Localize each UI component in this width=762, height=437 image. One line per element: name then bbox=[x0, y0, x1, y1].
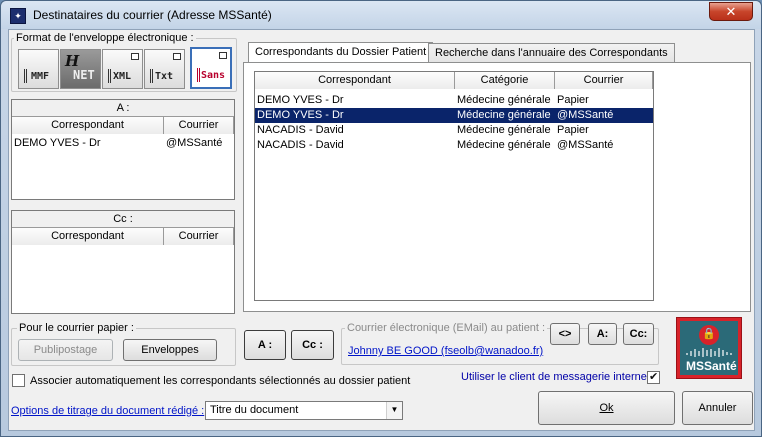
auto-associate-checkbox[interactable] bbox=[12, 374, 25, 387]
mssante-logo-inner: 🔒 MSSanté bbox=[680, 321, 738, 375]
dialog-client-area: Format de l'enveloppe électronique : MMF… bbox=[8, 29, 755, 431]
format-net-button[interactable]: H NET bbox=[60, 49, 101, 89]
row-correspondant: DEMO YVES - Dr bbox=[257, 94, 344, 106]
patient-to-a-button[interactable]: A: bbox=[588, 323, 617, 345]
row-correspondant: NACADIS - David bbox=[257, 139, 344, 151]
tab-page: Correspondant Catégorie Courrier DEMO YV… bbox=[243, 62, 751, 312]
options-titrage-link[interactable]: Options de titrage du document rédigé : bbox=[11, 405, 204, 417]
format-sans-button[interactable]: Sans bbox=[190, 47, 232, 89]
tab-correspondants-dossier[interactable]: Correspondants du Dossier Patient bbox=[248, 42, 434, 64]
cc-list-header: Correspondant Courrier bbox=[12, 228, 234, 245]
table-row-selected[interactable]: DEMO YVES - Dr Médecine générale @MSSant… bbox=[255, 108, 653, 123]
col-correspondant[interactable]: Correspondant bbox=[255, 72, 455, 89]
table-row[interactable]: NACADIS - David Médecine générale Papier bbox=[255, 123, 653, 138]
add-to-cc-button[interactable]: Cc : bbox=[291, 330, 334, 360]
a-col-courrier[interactable]: Courrier bbox=[164, 117, 234, 134]
window-title: Destinataires du courrier (Adresse MSSan… bbox=[33, 8, 272, 22]
window-icon bbox=[173, 53, 181, 60]
a-row-correspondant: DEMO YVES - Dr bbox=[14, 137, 101, 149]
row-categorie: Médecine générale bbox=[457, 109, 551, 121]
cc-panel-title: Cc : bbox=[12, 211, 234, 228]
annuler-button[interactable]: Annuler bbox=[682, 391, 753, 425]
window-icon bbox=[219, 52, 227, 59]
list-item[interactable]: DEMO YVES - Dr @MSSanté bbox=[12, 136, 234, 151]
app-icon: ✦ bbox=[10, 8, 26, 24]
row-categorie: Médecine générale bbox=[457, 139, 551, 151]
xml-icon bbox=[108, 69, 111, 83]
format-mmf-button[interactable]: MMF bbox=[18, 49, 59, 89]
row-correspondant: NACADIS - David bbox=[257, 124, 344, 136]
email-legend: Courrier électronique (EMail) au patient… bbox=[345, 322, 548, 334]
cc-recipients-list[interactable]: Cc : Correspondant Courrier bbox=[11, 210, 235, 314]
titrage-combobox[interactable]: Titre du document ▼ bbox=[205, 401, 403, 420]
mmf-icon bbox=[24, 69, 27, 83]
format-txt-button[interactable]: Txt bbox=[144, 49, 185, 89]
table-row[interactable]: DEMO YVES - Dr Médecine générale Papier bbox=[255, 93, 653, 108]
a-panel-title: A : bbox=[12, 100, 234, 117]
window-icon bbox=[131, 53, 139, 60]
chevron-down-icon[interactable]: ▼ bbox=[386, 402, 402, 419]
add-to-a-button[interactable]: A : bbox=[244, 330, 286, 360]
publipostage-button[interactable]: Publipostage bbox=[18, 339, 113, 361]
format-sans-label: Sans bbox=[201, 70, 226, 81]
patient-to-cc-button[interactable]: Cc: bbox=[623, 323, 654, 345]
a-col-correspondant[interactable]: Correspondant bbox=[12, 117, 164, 134]
signal-waves-icon bbox=[686, 348, 732, 357]
swap-button[interactable]: <> bbox=[550, 323, 580, 345]
format-net-label: NET bbox=[73, 68, 95, 82]
format-xml-label: XML bbox=[113, 71, 132, 82]
format-xml-button[interactable]: XML bbox=[102, 49, 143, 89]
enveloppes-button[interactable]: Enveloppes bbox=[123, 339, 217, 361]
cc-col-correspondant[interactable]: Correspondant bbox=[12, 228, 164, 245]
checkmark-icon: ✔ bbox=[649, 371, 659, 383]
title-bar[interactable]: ✦ Destinataires du courrier (Adresse MSS… bbox=[1, 1, 761, 29]
dialog-window: ✦ Destinataires du courrier (Adresse MSS… bbox=[0, 0, 762, 437]
a-row-courrier: @MSSanté bbox=[166, 137, 223, 149]
paper-legend: Pour le courrier papier : bbox=[17, 322, 136, 334]
a-recipients-list[interactable]: A : Correspondant Courrier DEMO YVES - D… bbox=[11, 99, 235, 200]
padlock-icon: 🔒 bbox=[702, 328, 716, 340]
row-courrier: Papier bbox=[557, 94, 589, 106]
lock-icon: 🔒 bbox=[699, 325, 719, 345]
format-legend: Format de l'enveloppe électronique : bbox=[14, 32, 196, 44]
row-courrier: @MSSanté bbox=[557, 139, 614, 151]
a-list-header: Correspondant Courrier bbox=[12, 117, 234, 134]
cc-col-courrier[interactable]: Courrier bbox=[164, 228, 234, 245]
txt-icon bbox=[150, 69, 153, 83]
format-txt-label: Txt bbox=[155, 71, 174, 82]
table-row[interactable]: NACADIS - David Médecine générale @MSSan… bbox=[255, 138, 653, 153]
messagerie-checkbox[interactable]: ✔ bbox=[647, 371, 660, 384]
row-courrier: Papier bbox=[557, 124, 589, 136]
ok-button[interactable]: Ok bbox=[538, 391, 675, 425]
titrage-combobox-value: Titre du document bbox=[210, 404, 299, 416]
main-list-header: Correspondant Catégorie Courrier bbox=[255, 72, 653, 89]
row-courrier: @MSSanté bbox=[557, 109, 614, 121]
patient-email-link[interactable]: Johnny BE GOOD (fseolb@wanadoo.fr) bbox=[348, 345, 543, 357]
ok-button-label: Ok bbox=[599, 402, 614, 414]
messagerie-label: Utiliser le client de messagerie interne bbox=[461, 371, 647, 383]
mssante-logo-text: MSSanté bbox=[686, 359, 737, 373]
sans-icon bbox=[197, 68, 200, 82]
mssante-logo: 🔒 MSSanté bbox=[676, 317, 742, 379]
col-courrier[interactable]: Courrier bbox=[555, 72, 653, 89]
close-button[interactable]: ✕ bbox=[709, 2, 753, 21]
row-categorie: Médecine générale bbox=[457, 94, 551, 106]
tab-recherche-annuaire[interactable]: Recherche dans l'annuaire des Correspond… bbox=[428, 43, 675, 63]
row-categorie: Médecine générale bbox=[457, 124, 551, 136]
auto-associate-label: Associer automatiquement les corresponda… bbox=[30, 375, 411, 387]
row-correspondant: DEMO YVES - Dr bbox=[257, 109, 344, 121]
format-mmf-label: MMF bbox=[31, 71, 50, 82]
col-categorie[interactable]: Catégorie bbox=[455, 72, 555, 89]
correspondants-list[interactable]: Correspondant Catégorie Courrier DEMO YV… bbox=[254, 71, 654, 301]
